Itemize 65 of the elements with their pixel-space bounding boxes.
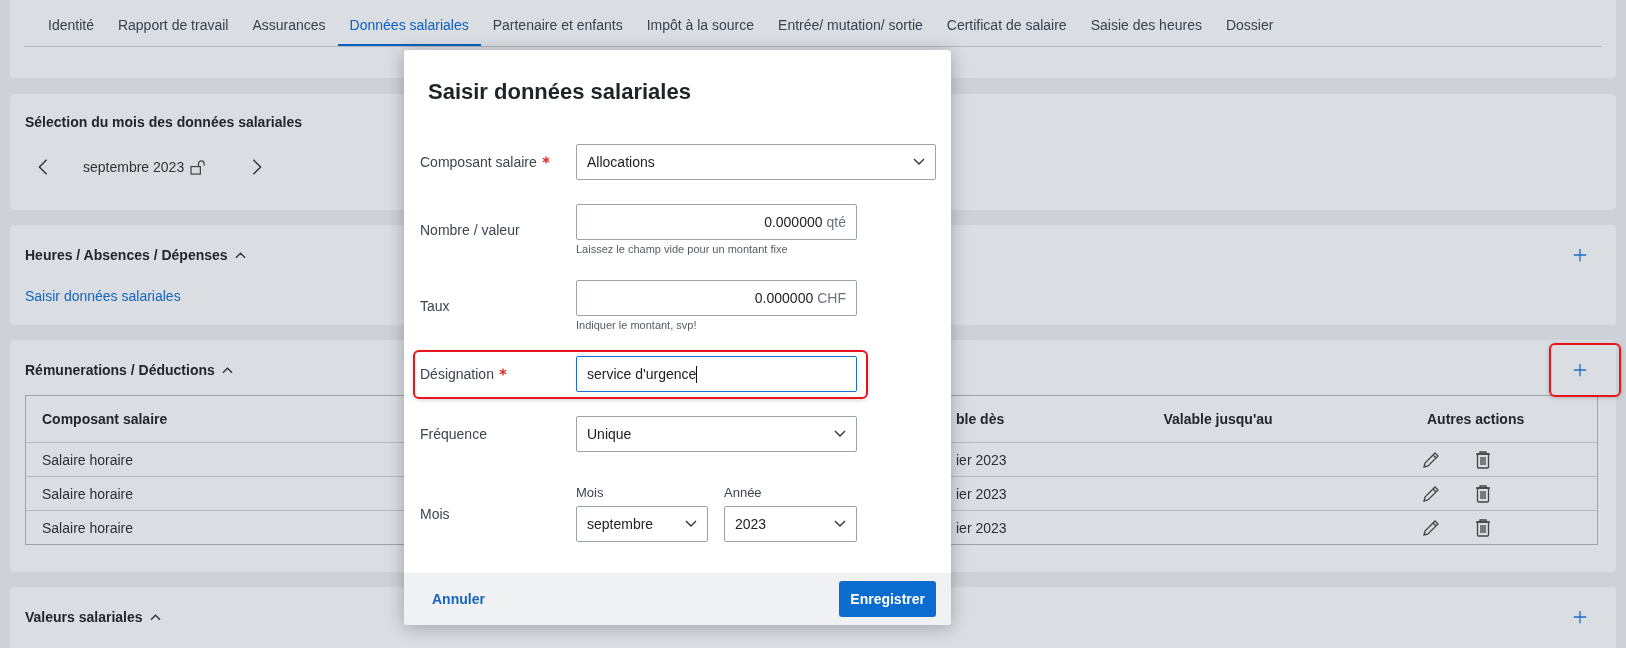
chevron-down-icon [834,520,846,528]
tab[interactable]: Assurances [240,0,338,46]
trash-icon[interactable] [1475,449,1491,470]
month-label: septembre 2023 [83,159,185,175]
field-label: Taux [420,298,450,314]
dropdown[interactable]: Allocations [576,144,936,180]
dialog-title: Saisir données salariales [427,78,692,105]
trash-icon[interactable] [1475,517,1491,538]
section-title: Heures / Absences / Dépenses [25,247,228,263]
table-cell: ier 2023 [956,451,1007,468]
cancel-link[interactable]: Annuler [432,591,485,607]
trash-icon[interactable] [1475,483,1491,504]
chevron-down-icon [685,520,697,528]
field-value: 0.000000 [764,214,823,230]
add-salary-data-link[interactable]: Saisir données salariales [25,288,181,304]
column-header: Valable jusqu'au [1163,411,1273,427]
add-icon[interactable] [1573,610,1587,624]
tab[interactable]: Partenaire et enfants [480,0,635,46]
field-label: Désignation [420,366,494,382]
save-button[interactable]: Enregistrer [839,581,936,617]
caret-icon[interactable] [234,251,246,259]
unit-label: CHF [817,290,846,306]
tab[interactable]: Impôt à la source [634,0,767,46]
dropdown[interactable]: septembre [576,506,708,542]
unit-label: qté [826,214,846,230]
field-label: Composant salaire [420,154,537,170]
section-title: Valeurs salariales [25,609,143,625]
chevron-down-icon [913,158,925,166]
table-cell: Salaire horaire [42,519,134,536]
tab[interactable]: Rapport de travail [105,0,241,46]
tab[interactable]: Saisie des heures [1078,0,1214,46]
add-icon[interactable] [1573,248,1587,262]
dropdown[interactable]: 2023 [724,506,857,542]
caret-icon[interactable] [221,366,233,374]
column-header: Autres actions [1427,411,1525,427]
dropdown[interactable]: Unique [576,416,857,452]
field-label: Mois [420,505,450,522]
tab[interactable]: Entrée/ mutation/ sortie [766,0,935,46]
field-hint: Laissez le champ vide pour un montant fixe [576,243,789,255]
field-value: 0.000000 [754,290,814,306]
chevron-left-icon[interactable] [37,158,49,176]
number-field[interactable]: 0.000000 qté [576,204,857,240]
column-header: Composant salaire [42,411,168,427]
table-cell: Salaire horaire [42,485,134,502]
field-hint: Indiquer le montant, svp! [576,319,698,331]
tab[interactable]: Certificat de salaire [934,0,1079,46]
field-label: Fréquence [420,426,487,442]
number-field[interactable]: 0.000000 CHF [576,280,857,316]
field-label: Nombre / valeur [420,222,520,238]
column-header: ble dès [956,411,1005,427]
table-cell: ier 2023 [956,485,1007,502]
table-cell: Salaire horaire [42,451,134,468]
chevron-right-icon[interactable] [251,158,264,176]
tab[interactable]: Identité [36,0,106,46]
tab[interactable]: Données salariales [337,0,481,46]
caret-icon[interactable] [149,613,161,621]
tab[interactable]: Dossier [1213,0,1286,46]
field-label: Année [724,485,763,500]
section-title: Sélection du mois des données salariales [25,114,303,130]
table-cell: ier 2023 [956,519,1007,536]
section-title: Rémunerations / Déductions [25,362,215,378]
chevron-down-icon [834,430,846,438]
field-label: Mois [576,485,605,500]
input-field[interactable]: service d'urgence [576,356,857,392]
add-icon[interactable] [1573,363,1587,377]
